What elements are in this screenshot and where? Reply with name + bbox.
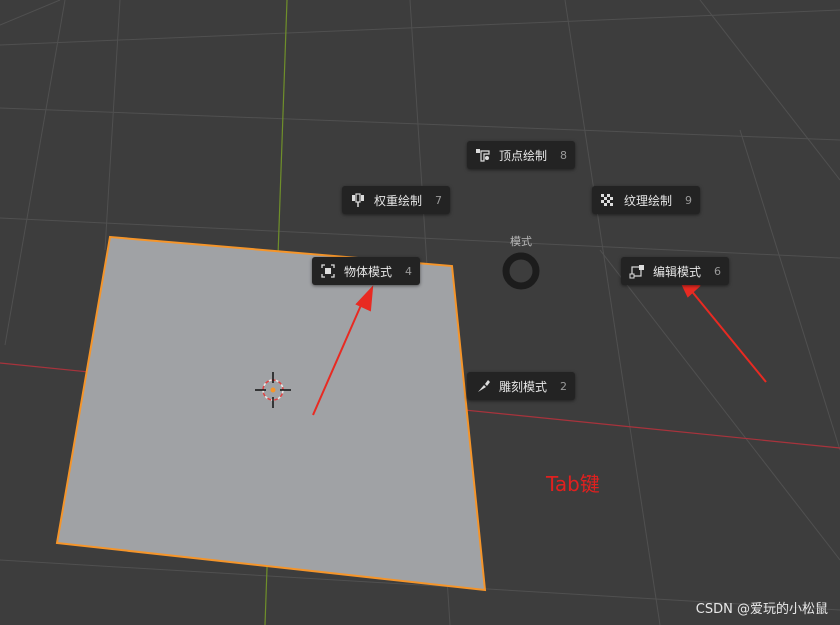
pie-item-label: 权重绘制 xyxy=(374,193,423,208)
shortcut-key: 4 xyxy=(405,264,412,278)
texture-paint-icon xyxy=(600,192,616,208)
object-mode-icon xyxy=(320,263,336,279)
pie-center-ring xyxy=(502,252,540,290)
shortcut-key: 6 xyxy=(714,264,721,278)
pie-item-label: 编辑模式 xyxy=(653,264,702,279)
pie-item-vertex-paint[interactable]: 顶点绘制 8 xyxy=(467,141,575,169)
pie-item-label: 顶点绘制 xyxy=(499,148,548,163)
pie-item-sculpt-mode[interactable]: 雕刻模式 2 xyxy=(467,372,575,400)
3d-viewport[interactable] xyxy=(0,0,840,625)
shortcut-key: 2 xyxy=(560,379,567,393)
pie-item-weight-paint[interactable]: 权重绘制 7 xyxy=(342,186,450,214)
pie-item-label: 雕刻模式 xyxy=(499,379,548,394)
shortcut-key: 9 xyxy=(685,193,692,207)
pie-item-edit-mode[interactable]: 编辑模式 6 xyxy=(621,257,729,285)
shortcut-key: 8 xyxy=(560,148,567,162)
pie-item-label: 纹理绘制 xyxy=(624,193,673,208)
vertex-paint-icon xyxy=(475,147,491,163)
sculpt-mode-icon xyxy=(475,378,491,394)
pie-item-label: 物体模式 xyxy=(344,264,393,279)
edit-mode-icon xyxy=(629,263,645,279)
pie-item-texture-paint[interactable]: 纹理绘制 9 xyxy=(592,186,700,214)
shortcut-key: 7 xyxy=(435,193,442,207)
pie-menu-title: 模式 xyxy=(510,235,532,248)
csdn-watermark: CSDN @爱玩的小松鼠 xyxy=(695,602,828,617)
tab-key-annotation: Tab键 xyxy=(546,472,600,496)
pie-item-object-mode[interactable]: 物体模式 4 xyxy=(312,257,420,285)
weight-paint-icon xyxy=(350,192,366,208)
selected-plane[interactable] xyxy=(55,235,487,592)
